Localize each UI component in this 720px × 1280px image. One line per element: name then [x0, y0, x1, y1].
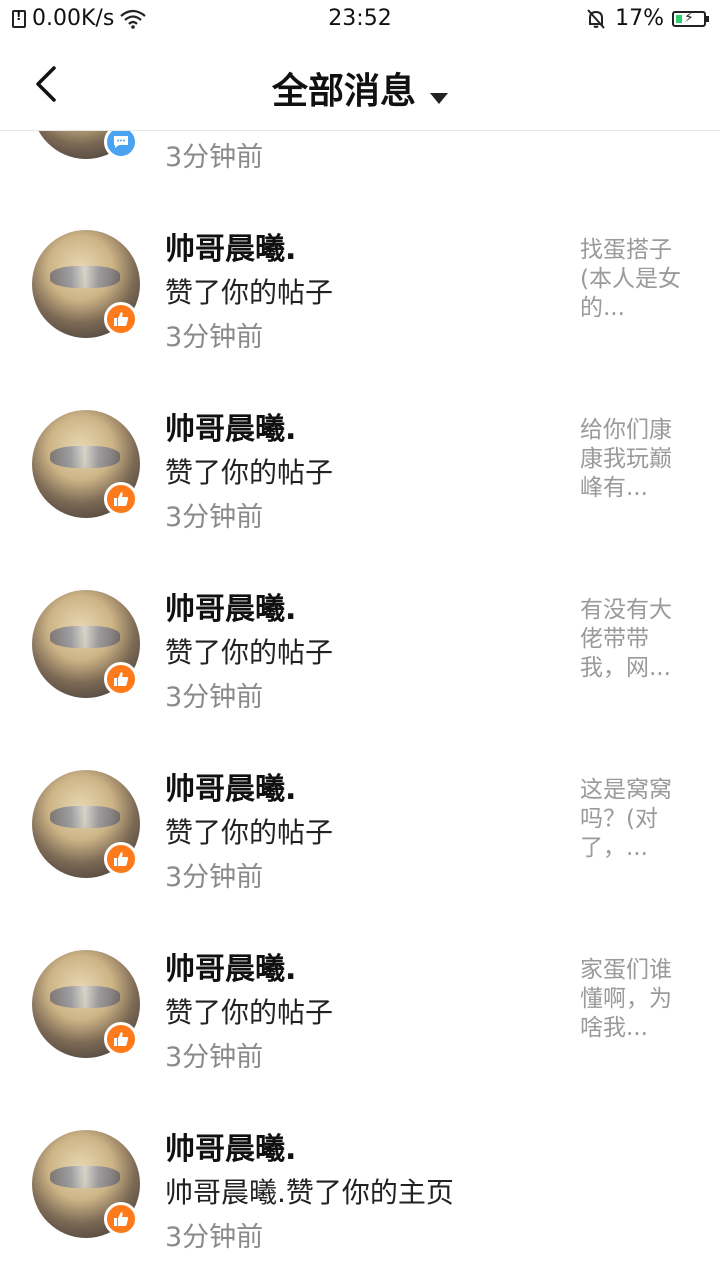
message-list[interactable]: 3分钟前 帅哥晨曦. 赞了你的帖子 3分钟前 找蛋搭子(本人是女的... 帅哥晨…	[0, 131, 720, 1280]
message-time: 3分钟前	[165, 862, 264, 893]
sender-name[interactable]: 帅哥晨曦.	[165, 224, 296, 268]
message-action: 赞了你的帖子	[165, 816, 334, 849]
sender-name[interactable]: 帅哥晨曦.	[165, 584, 296, 628]
thumbs-up-icon	[104, 662, 138, 696]
list-item[interactable]: 帅哥晨曦. 帅哥晨曦.赞了你的主页 3分钟前	[0, 1091, 720, 1271]
battery-percent: 17%	[615, 6, 664, 31]
list-item[interactable]: 帅哥晨曦. 赞了你的帖子 3分钟前 有没有大佬带带我，网...	[0, 551, 720, 731]
message-time: 3分钟前	[165, 1042, 264, 1073]
list-item[interactable]: 帅哥晨曦. 赞了你的帖子 3分钟前 家蛋们谁懂啊，为啥我...	[0, 911, 720, 1091]
message-time: 3分钟前	[165, 502, 264, 533]
message-time: 3分钟前	[165, 142, 264, 173]
message-action: 赞了你的帖子	[165, 996, 334, 1029]
comment-icon	[104, 131, 138, 159]
message-action: 赞了你的帖子	[165, 456, 334, 489]
message-action: 赞了你的帖子	[165, 636, 334, 669]
message-action: 帅哥晨曦.赞了你的主页	[165, 1176, 454, 1209]
post-preview[interactable]: 家蛋们谁懂啊，为啥我...	[580, 956, 692, 1043]
list-item[interactable]: 帅哥晨曦. 赞了你的帖子 3分钟前 找蛋搭子(本人是女的...	[0, 191, 720, 371]
post-preview[interactable]: 有没有大佬带带我，网...	[580, 596, 692, 683]
thumbs-up-icon	[104, 482, 138, 516]
caret-down-icon	[430, 93, 448, 104]
battery-charging-icon: ⚡	[672, 10, 709, 27]
thumbs-up-icon	[104, 1022, 138, 1056]
thumbs-up-icon	[104, 1202, 138, 1236]
thumbs-up-icon	[104, 302, 138, 336]
sender-name[interactable]: 帅哥晨曦.	[165, 1124, 296, 1168]
mute-bell-icon	[585, 8, 607, 30]
post-preview[interactable]: 找蛋搭子(本人是女的...	[580, 236, 692, 323]
message-time: 3分钟前	[165, 682, 264, 713]
status-right: 17% ⚡	[585, 6, 709, 31]
status-bar: 0.00K/s 23:52 17% ⚡	[0, 0, 720, 40]
page-title: 全部消息	[271, 71, 416, 112]
post-preview[interactable]: 这是窝窝吗？(对了，...	[580, 776, 692, 863]
message-action: 赞了你的帖子	[165, 276, 334, 309]
post-preview[interactable]: 给你们康康我玩巅峰有...	[580, 416, 692, 503]
title-dropdown[interactable]: 全部消息	[0, 62, 720, 114]
thumbs-up-icon	[104, 842, 138, 876]
header: 全部消息	[0, 40, 720, 131]
message-time: 3分钟前	[165, 322, 264, 353]
list-item-partial[interactable]: 3分钟前	[0, 131, 720, 191]
list-item[interactable]: 帅哥晨曦. 赞了你的帖子 3分钟前 这是窝窝吗？(对了，...	[0, 731, 720, 911]
list-item[interactable]: 帅哥晨曦. 赞了你的帖子 3分钟前 给你们康康我玩巅峰有...	[0, 371, 720, 551]
sender-name[interactable]: 帅哥晨曦.	[165, 764, 296, 808]
sender-name[interactable]: 帅哥晨曦.	[165, 944, 296, 988]
message-time: 3分钟前	[165, 1222, 264, 1253]
sender-name[interactable]: 帅哥晨曦.	[165, 404, 296, 448]
